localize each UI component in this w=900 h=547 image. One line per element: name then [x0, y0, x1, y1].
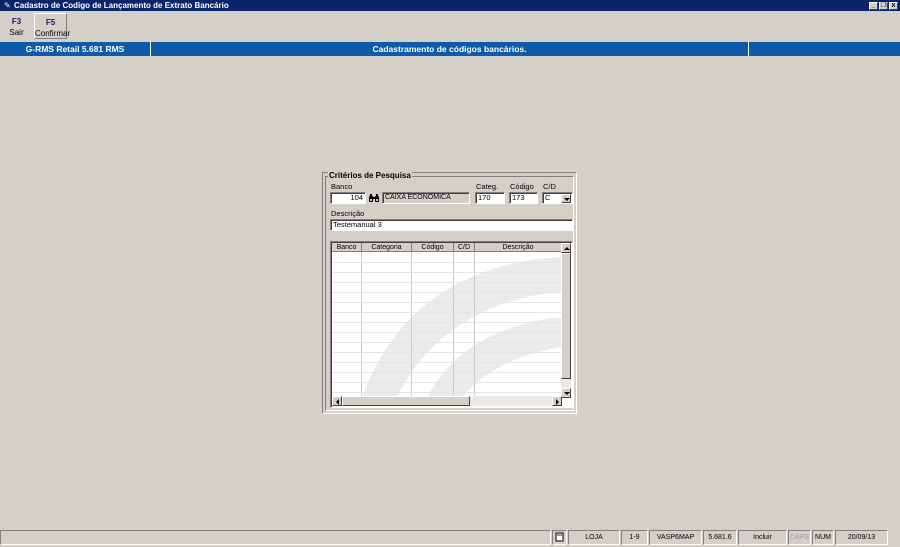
col-banco[interactable]: Banco — [332, 243, 362, 252]
col-codigo[interactable]: Código — [412, 243, 454, 252]
close-button[interactable]: x — [889, 1, 898, 10]
binoculars-icon[interactable] — [368, 193, 380, 203]
search-criteria-title: Critérios de Pesquisa — [328, 171, 412, 180]
horizontal-scroll-thumb[interactable] — [342, 396, 470, 406]
results-grid[interactable]: Banco Categoria Código C/D Descrição — [330, 241, 573, 408]
status-num: NUM — [812, 530, 834, 545]
minimize-button[interactable]: _ — [869, 1, 878, 10]
banco-name-display: CAIXA ECONOMICA FEDERAL — [382, 192, 470, 204]
watermark-logo-icon — [362, 257, 562, 398]
vertical-scroll-thumb[interactable] — [561, 253, 571, 379]
cd-select[interactable]: C — [542, 192, 573, 204]
horizontal-scrollbar[interactable] — [332, 396, 562, 406]
window-titlebar: ✎ Cadastro de Codigo de Lançamento de Ex… — [0, 0, 900, 11]
window-title: Cadastro de Codigo de Lançamento de Extr… — [14, 1, 229, 10]
codigo-label: Código — [510, 182, 534, 191]
status-mode: Incluir — [738, 530, 787, 545]
screen-title: Cadastramento de códigos bancários. — [372, 44, 527, 54]
banco-input[interactable]: 104 — [330, 192, 366, 204]
document-icon — [552, 530, 567, 545]
app-icon: ✎ — [4, 0, 11, 10]
status-user: VASP6MAP — [649, 530, 702, 545]
descricao-label: Descrição — [331, 209, 365, 218]
status-range: 1-9 — [621, 530, 648, 545]
scroll-down-button[interactable] — [561, 388, 571, 398]
status-message-panel — [0, 530, 551, 545]
cd-label: C/D — [543, 182, 556, 191]
grid-header: Banco Categoria Código C/D Descrição — [332, 243, 562, 252]
confirmar-button[interactable]: F5 Confirmar — [34, 13, 71, 39]
confirmar-key: F5 — [45, 18, 56, 27]
app-version-label: G-RMS Retail 5.681 RMS — [25, 44, 125, 54]
scroll-right-button[interactable] — [552, 396, 562, 406]
categ-label: Categ. — [476, 182, 499, 191]
scroll-up-button[interactable] — [561, 243, 571, 253]
sair-label: Sair — [9, 28, 24, 37]
restore-button[interactable]: ❐ — [879, 1, 888, 10]
toolbar: F3 Sair F5 Confirmar — [0, 12, 900, 40]
header-bar: G-RMS Retail 5.681 RMS Cadastramento de … — [0, 42, 900, 56]
descricao-input[interactable]: Testemanual 3 — [330, 219, 573, 231]
status-caps: CAPS — [788, 530, 811, 545]
sair-button[interactable]: F3 Sair — [0, 13, 33, 39]
col-cd[interactable]: C/D — [454, 243, 475, 252]
cd-value: C — [545, 193, 551, 202]
status-date: 20/09/13 — [835, 530, 888, 545]
vertical-scrollbar[interactable] — [561, 243, 571, 398]
col-categoria[interactable]: Categoria — [362, 243, 412, 252]
confirmar-label: Confirmar — [35, 29, 71, 38]
scroll-left-button[interactable] — [332, 396, 342, 406]
sair-key: F3 — [11, 17, 22, 26]
banco-label: Banco — [331, 182, 353, 191]
status-loja: LOJA — [568, 530, 620, 545]
status-version: 5.681.6 — [703, 530, 737, 545]
codigo-input[interactable]: 173 — [509, 192, 538, 204]
col-descricao[interactable]: Descrição — [475, 243, 562, 252]
categ-input[interactable]: 170 — [475, 192, 505, 204]
chevron-down-icon[interactable] — [561, 194, 571, 203]
statusbar: LOJA 1-9 VASP6MAP 5.681.6 Incluir CAPS N… — [0, 530, 900, 545]
